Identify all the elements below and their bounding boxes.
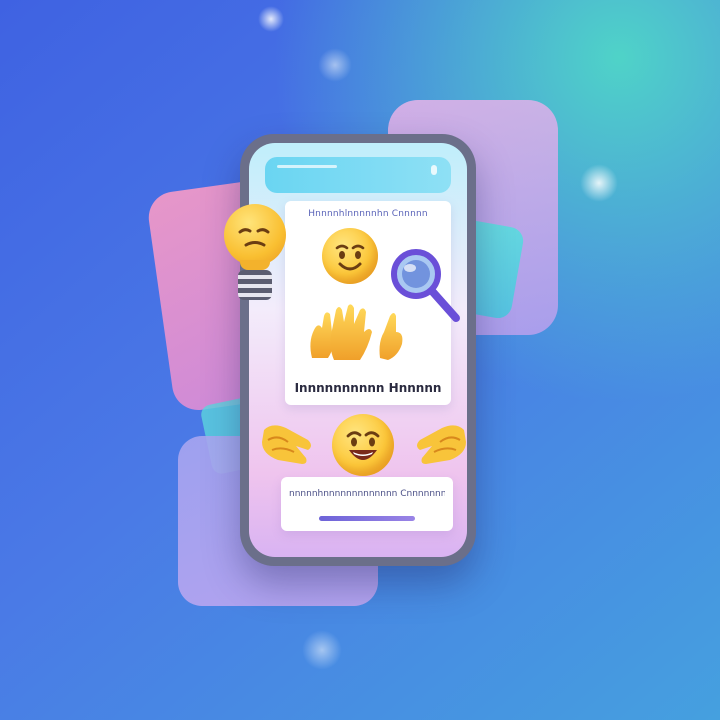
bokeh-light (302, 630, 342, 670)
smiling-face-icon (322, 228, 378, 284)
illustration-scene: Hnnnnhlnnnnnhn Cnnnnn Innnnnnnnnn Hnnnnn… (0, 0, 720, 720)
bulb-face (238, 228, 270, 247)
grinning-face-icon (332, 414, 394, 476)
status-bar (265, 157, 451, 193)
card-header-text: Hnnnnhlnnnnnhn Cnnnnn (308, 209, 428, 219)
input-field-text: nnnnnhnnnnnnnnnnnnn Cnnnnnnn (289, 489, 445, 499)
bokeh-light (258, 6, 284, 32)
clapping-hands-icon (410, 420, 470, 470)
card-caption-text: Innnnnnnnnn Hnnnnn (294, 381, 442, 395)
bokeh-light (318, 48, 352, 82)
bulb-neck (240, 260, 270, 270)
input-field-bar (319, 516, 415, 521)
camera-dot (431, 165, 437, 175)
lightbulb-emoji-icon (224, 204, 286, 308)
bulb-base (238, 270, 272, 300)
input-field[interactable]: nnnnnhnnnnnnnnnnnnn Cnnnnnnn (281, 477, 453, 531)
bokeh-light (580, 164, 618, 202)
raised-hands-icon (306, 302, 412, 362)
clapping-hands-icon (258, 420, 318, 470)
status-indicator (277, 165, 337, 168)
bulb-head (224, 204, 286, 266)
